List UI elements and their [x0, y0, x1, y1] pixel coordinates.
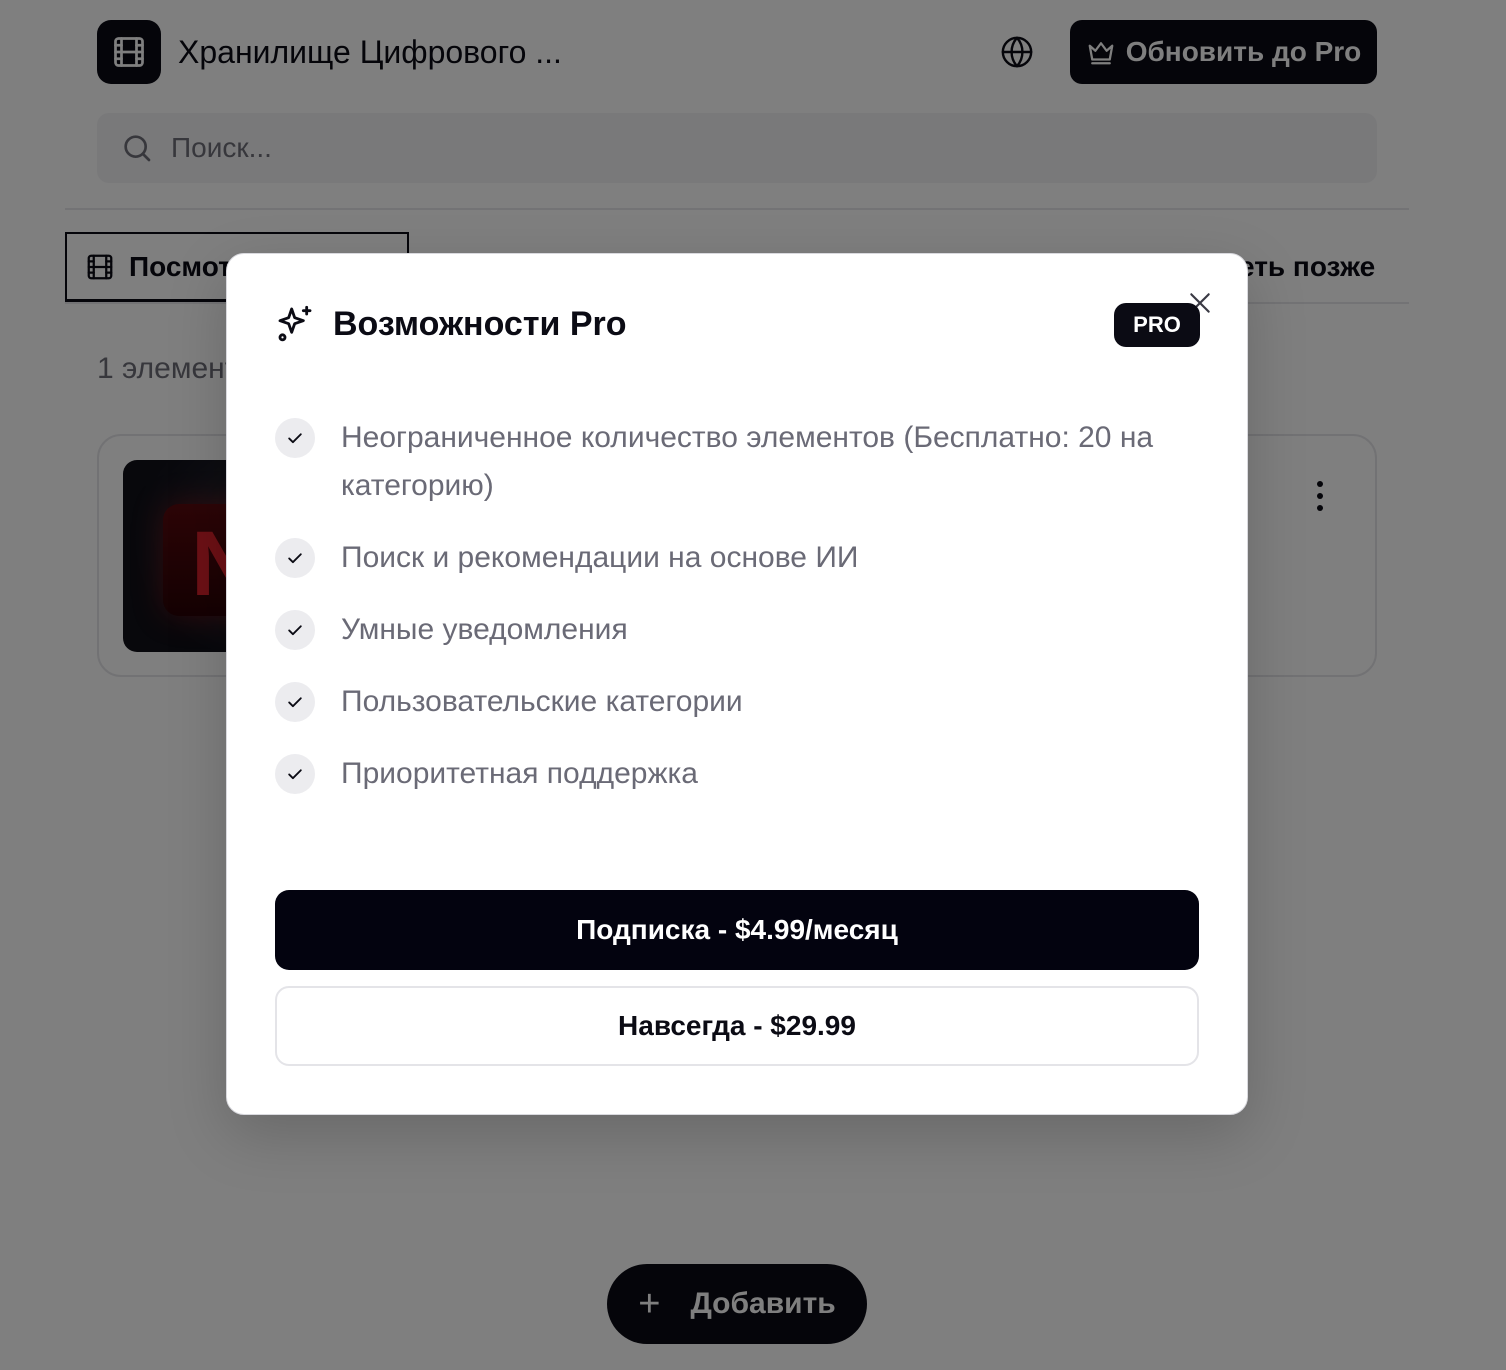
feature-label: Приоритетная поддержка: [341, 757, 698, 790]
modal-header: Возможности Pro: [275, 302, 627, 346]
feature-item: Неограниченное количество элементов (Бес…: [275, 414, 1205, 510]
feature-item: Умные уведомления: [275, 606, 1205, 654]
sparkles-icon: [278, 305, 312, 342]
feature-item: Поиск и рекомендации на основе ИИ: [275, 534, 1205, 582]
pro-features-modal: Возможности Pro PRO Неограниченное колич…: [226, 253, 1248, 1115]
check-icon: [275, 682, 315, 722]
check-icon: [275, 610, 315, 650]
feature-item: Пользовательские категории: [275, 678, 1205, 726]
features-list: Неограниченное количество элементов (Бес…: [275, 414, 1205, 798]
lifetime-purchase-button[interactable]: Навсегда - $29.99: [275, 986, 1199, 1066]
pro-badge: PRO: [1114, 303, 1200, 347]
check-icon: [275, 538, 315, 578]
check-icon: [275, 418, 315, 458]
subscribe-monthly-button[interactable]: Подписка - $4.99/месяц: [275, 890, 1199, 970]
feature-item: Приоритетная поддержка: [275, 750, 1205, 798]
feature-label: Неограниченное количество элементов (Бес…: [341, 421, 1154, 502]
modal-title: Возможности Pro: [333, 304, 627, 343]
feature-label: Умные уведомления: [341, 613, 628, 646]
check-icon: [275, 754, 315, 794]
feature-label: Пользовательские категории: [341, 685, 743, 718]
feature-label: Поиск и рекомендации на основе ИИ: [341, 541, 859, 574]
